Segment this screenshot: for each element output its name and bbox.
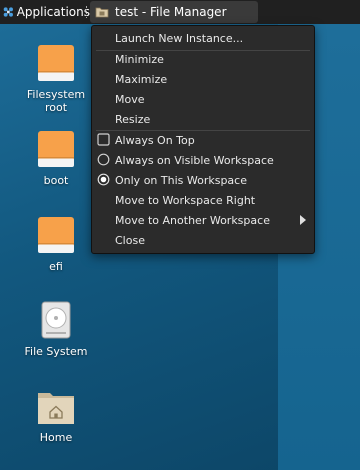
- menu-item-label: Resize: [115, 112, 151, 126]
- menu-item-label: Only on This Workspace: [115, 173, 247, 187]
- panel-separator: [86, 6, 89, 18]
- file-manager-icon: [95, 7, 109, 18]
- desktop-icon-label: root: [44, 101, 68, 114]
- desktop-icon-home[interactable]: Home: [20, 387, 92, 444]
- menu-item-always-on-top[interactable]: Always On Top: [92, 130, 314, 150]
- menu-item-label: Maximize: [115, 72, 168, 86]
- window-operations-menu: Launch New Instance... Minimize Maximize…: [91, 25, 315, 254]
- submenu-arrow-icon: [300, 215, 306, 225]
- desktop-icon-label: File System: [24, 345, 88, 358]
- menu-item-label: Move to Workspace Right: [115, 193, 256, 207]
- desktop-icon-boot[interactable]: boot: [20, 130, 92, 187]
- menu-item-maximize[interactable]: Maximize: [92, 69, 314, 89]
- drive-icon: [38, 45, 74, 81]
- radio-selected-icon[interactable]: [97, 173, 110, 186]
- menu-item-launch-new-instance[interactable]: Launch New Instance...: [92, 28, 314, 48]
- menu-item-label: Close: [115, 233, 145, 247]
- harddisk-icon: [41, 301, 71, 339]
- menu-item-label: Launch New Instance...: [115, 31, 244, 45]
- desktop-icon-label: Home: [39, 431, 73, 444]
- desktop-icon-label: efi: [49, 260, 63, 273]
- menu-item-label: Move: [115, 92, 145, 106]
- taskbar-window-button[interactable]: test - File Manager: [90, 1, 258, 23]
- menu-item-only-on-this-workspace[interactable]: Only on This Workspace: [92, 170, 314, 190]
- menu-item-move[interactable]: Move: [92, 89, 314, 109]
- applications-label: Applications: [16, 5, 90, 19]
- desktop-icon-filesystem-root[interactable]: Filesystem root: [20, 44, 92, 114]
- radio-unselected-icon[interactable]: [97, 153, 110, 166]
- drive-icon: [38, 131, 74, 167]
- drive-icon: [38, 217, 74, 253]
- menu-item-label: Move to Another Workspace: [115, 213, 270, 227]
- menu-item-close[interactable]: Close: [92, 230, 314, 250]
- home-folder-icon: [38, 393, 74, 424]
- desktop-icon-label: boot: [43, 174, 69, 187]
- desktop-icon-efi[interactable]: efi: [20, 216, 92, 273]
- applications-menu-button[interactable]: Applications: [0, 0, 90, 24]
- desktop-icon-file-system[interactable]: File System: [20, 301, 92, 358]
- menu-item-label: Always on Visible Workspace: [115, 153, 274, 167]
- xfce-logo-icon: [3, 7, 13, 17]
- menu-item-label: Always On Top: [115, 133, 195, 147]
- menu-item-move-to-workspace-right[interactable]: Move to Workspace Right: [92, 190, 314, 210]
- menu-item-resize[interactable]: Resize: [92, 109, 314, 129]
- menu-item-always-on-visible-workspace[interactable]: Always on Visible Workspace: [92, 150, 314, 170]
- top-panel: Applications test - File Manager: [0, 0, 360, 24]
- menu-item-move-to-another-workspace[interactable]: Move to Another Workspace: [92, 210, 314, 230]
- taskbar-window-title: test - File Manager: [115, 5, 227, 19]
- desktop-icon-label: Filesystem: [26, 88, 86, 101]
- menu-item-label: Minimize: [115, 52, 164, 66]
- checkbox-unchecked-icon[interactable]: [97, 133, 110, 146]
- menu-item-minimize[interactable]: Minimize: [92, 49, 314, 69]
